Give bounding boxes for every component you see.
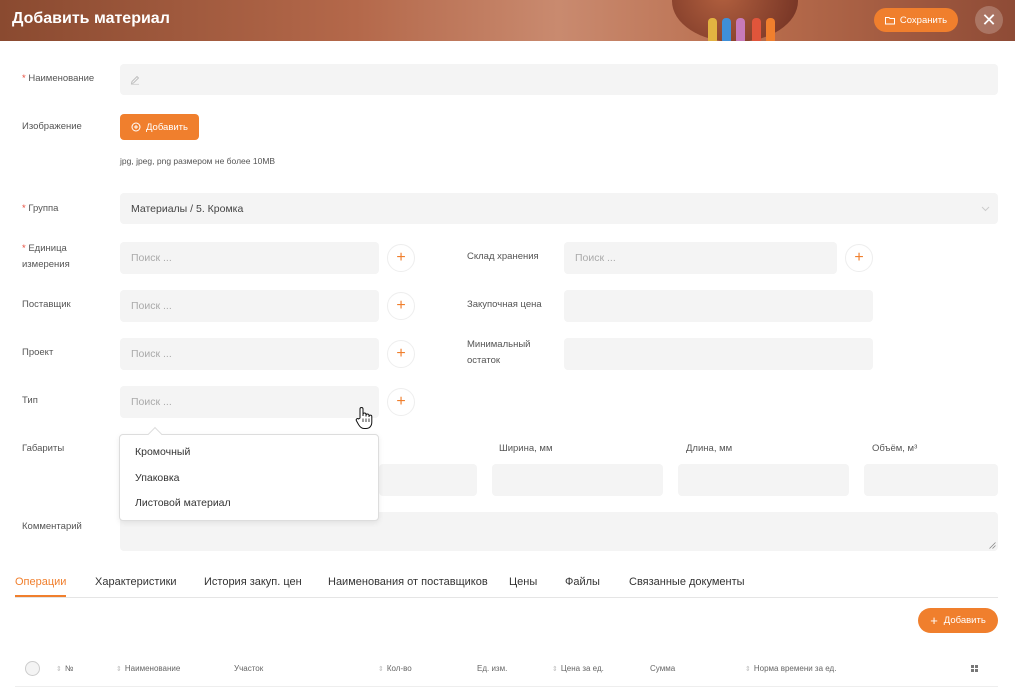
tab-characteristics[interactable]: Характеристики: [95, 576, 177, 588]
group-label: * Группа: [22, 203, 59, 214]
type-option-edge[interactable]: Кромочный: [120, 444, 378, 470]
add-operation-label: Добавить: [943, 615, 986, 626]
width-input[interactable]: [492, 464, 663, 496]
type-input[interactable]: Поиск ...: [120, 386, 379, 418]
add-project-plus-icon[interactable]: +: [387, 340, 415, 368]
sort-icon: ⇕: [116, 666, 122, 673]
col-num[interactable]: ⇕ №: [56, 664, 73, 673]
chevron-down-icon: [981, 206, 990, 212]
folder-icon: [884, 16, 895, 24]
plus-circle-icon: [131, 122, 141, 132]
bottom-tabs: Операции Характеристики История закуп. ц…: [15, 574, 998, 598]
unit-label: * Единица измерения: [22, 243, 70, 270]
min-stock-input[interactable]: [564, 338, 873, 370]
image-label: Изображение: [22, 121, 82, 132]
tab-prices[interactable]: Цены: [509, 576, 537, 588]
image-hint: jpg, jpeg, png размером не более 10MB: [120, 156, 276, 166]
modal-title: Добавить материал: [12, 10, 170, 27]
type-label: Тип: [22, 395, 38, 406]
sort-icon: ⇕: [552, 666, 558, 673]
hand-cursor-icon: [355, 407, 373, 429]
group-select[interactable]: Материалы / 5. Кромка: [120, 193, 998, 224]
col-name[interactable]: ⇕ Наименование: [116, 664, 180, 673]
unit-input[interactable]: Поиск ...: [120, 242, 379, 274]
plus-icon: +: [930, 613, 938, 628]
length-label: Длина, мм: [686, 443, 733, 454]
col-sum: Сумма: [650, 664, 676, 673]
height-input[interactable]: [379, 464, 477, 496]
supplier-label: Поставщик: [22, 299, 71, 310]
storage-input[interactable]: Поиск ...: [564, 242, 837, 274]
min-stock-label: Минимальный остаток: [467, 339, 531, 366]
type-option-sheet[interactable]: Листовой материал: [120, 495, 378, 521]
tab-purchase-history[interactable]: История закуп. цен: [204, 576, 302, 588]
sort-icon: ⇕: [745, 666, 751, 673]
grid-settings-icon[interactable]: [971, 665, 978, 672]
resize-handle-icon[interactable]: [989, 542, 996, 549]
add-supplier-plus-icon[interactable]: +: [387, 292, 415, 320]
volume-input[interactable]: [864, 464, 998, 496]
width-label: Ширина, мм: [499, 443, 553, 454]
tab-related-documents[interactable]: Связанные документы: [629, 576, 745, 588]
col-unit: Ед. изм.: [477, 664, 508, 673]
pencil-icon: [130, 75, 140, 85]
name-input[interactable]: [120, 64, 998, 95]
add-type-plus-icon[interactable]: +: [387, 388, 415, 416]
type-dropdown: Кромочный Упаковка Листовой материал: [119, 426, 379, 521]
type-option-packaging[interactable]: Упаковка: [120, 470, 378, 496]
comment-label: Комментарий: [22, 521, 82, 532]
close-icon[interactable]: ✕: [975, 6, 1003, 34]
save-button[interactable]: Сохранить: [874, 8, 958, 32]
supplier-input[interactable]: Поиск ...: [120, 290, 379, 322]
sort-icon: ⇕: [378, 666, 384, 673]
col-qty[interactable]: ⇕ Кол-во: [378, 664, 412, 673]
hot-air-balloon-image: [672, 0, 798, 41]
modal-header: Добавить материал Сохранить ✕: [0, 0, 1015, 41]
group-value: Материалы / 5. Кромка: [131, 202, 244, 215]
add-unit-plus-icon[interactable]: +: [387, 244, 415, 272]
tab-supplier-names[interactable]: Наименования от поставщиков: [328, 576, 488, 588]
add-operation-button[interactable]: + Добавить: [918, 608, 998, 633]
dimensions-label: Габариты: [22, 443, 65, 454]
add-storage-plus-icon[interactable]: +: [845, 244, 873, 272]
add-image-label: Добавить: [146, 121, 188, 133]
select-all-checkbox[interactable]: [25, 661, 40, 676]
save-button-label: Сохранить: [899, 14, 948, 26]
col-section: Участок: [234, 664, 264, 673]
project-input[interactable]: Поиск ...: [120, 338, 379, 370]
tab-files[interactable]: Файлы: [565, 576, 600, 588]
storage-label: Склад хранения: [467, 251, 539, 262]
tab-operations[interactable]: Операции: [15, 576, 66, 588]
purchase-price-input[interactable]: [564, 290, 873, 322]
active-tab-underline: [15, 595, 66, 597]
col-price[interactable]: ⇕ Цена за ед.: [552, 664, 604, 673]
project-label: Проект: [22, 347, 54, 358]
volume-label: Объём, м³: [872, 443, 918, 454]
col-norm[interactable]: ⇕ Норма времени за ед.: [745, 664, 836, 673]
length-input[interactable]: [678, 464, 849, 496]
table-header-divider: [15, 686, 998, 687]
sort-icon: ⇕: [56, 666, 62, 673]
purchase-price-label: Закупочная цена: [467, 299, 542, 310]
name-label: * Наименование: [22, 73, 95, 84]
add-image-button[interactable]: Добавить: [120, 114, 199, 140]
